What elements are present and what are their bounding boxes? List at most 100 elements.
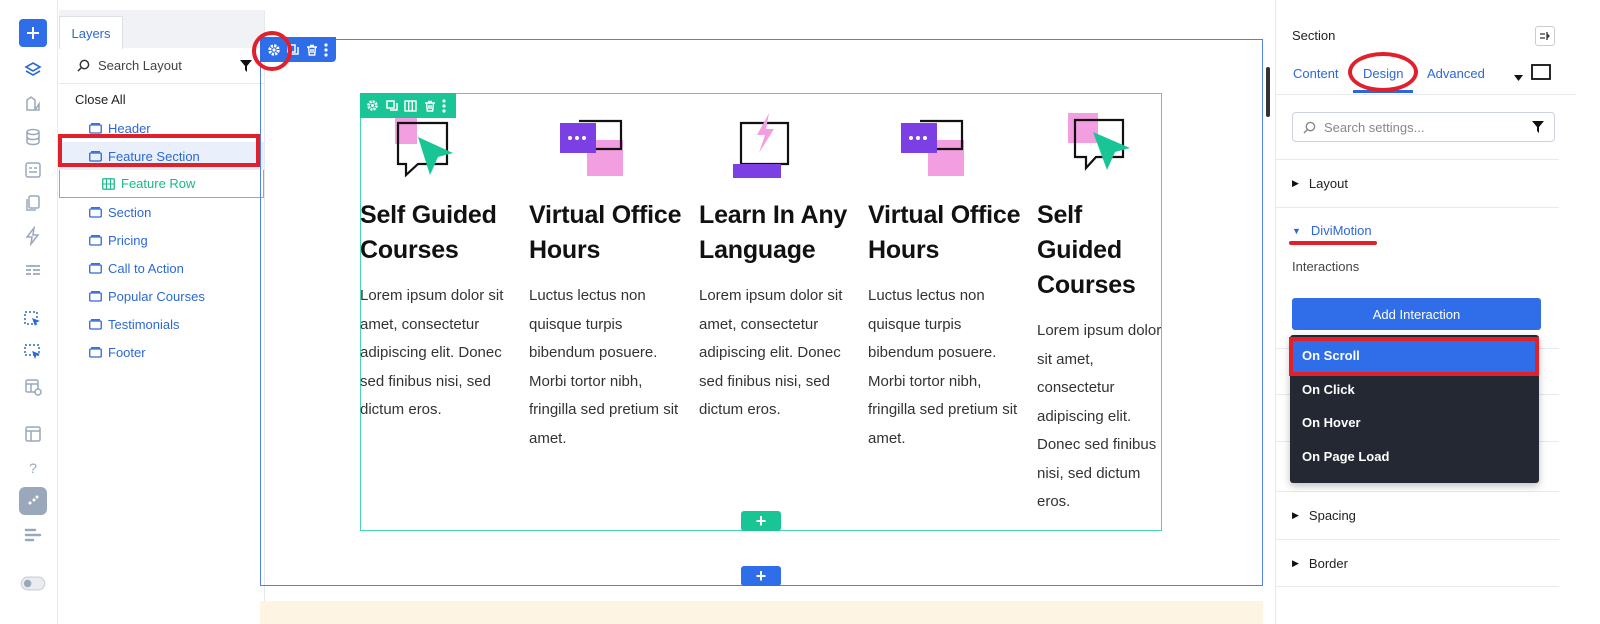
group-label: Layout xyxy=(1308,176,1348,191)
add-interaction-button[interactable]: Add Interaction xyxy=(1292,298,1541,330)
interactions-label: Interactions xyxy=(1292,259,1360,274)
tab-layers[interactable]: Layers xyxy=(59,16,123,49)
column-title: Self Guided Courses xyxy=(360,201,497,264)
responsive-preview-icon[interactable] xyxy=(1531,64,1551,85)
group-label: Spacing xyxy=(1308,508,1356,523)
column-body: Luctus lectus non quisque turpis bibendu… xyxy=(529,287,679,447)
form-icon[interactable] xyxy=(19,156,47,184)
group-spacing[interactable]: ▶ Spacing xyxy=(1276,491,1559,539)
layer-search-input[interactable]: Search Layout xyxy=(59,48,264,84)
dropdown-item-on-click[interactable]: On Click xyxy=(1290,373,1539,406)
column-body: Lorem ipsum dolor sit amet, consectetur … xyxy=(699,287,843,418)
filter-icon[interactable] xyxy=(240,60,252,75)
layer-item-label: Pricing xyxy=(108,232,148,248)
row-action-bar xyxy=(360,93,456,118)
caret-right-icon: ▶ xyxy=(1292,557,1299,568)
section-icon xyxy=(89,262,102,274)
close-all-button[interactable]: Close All xyxy=(59,84,264,114)
layers-panel: Layers Search Layout Close All Header Fe… xyxy=(59,10,265,624)
column-title: Virtual Office Hours xyxy=(868,201,1021,264)
bolt-icon[interactable] xyxy=(19,222,47,250)
theme-icon[interactable] xyxy=(19,487,47,515)
feature-column: Self Guided Courses Lorem ipsum dolor si… xyxy=(360,110,520,425)
column-body: Lorem ipsum dolor sit amet, consectetur … xyxy=(360,287,504,418)
column-body: Luctus lectus non quisque turpis bibendu… xyxy=(868,287,1018,447)
caret-right-icon: ▶ xyxy=(1292,510,1299,520)
settings-search-placeholder: Search settings... xyxy=(1324,119,1425,135)
next-section-preview xyxy=(260,601,1263,624)
help-icon[interactable]: ? xyxy=(19,454,47,482)
column-title: Virtual Office Hours xyxy=(529,201,682,264)
column-title: Self Guided Courses xyxy=(1037,201,1136,299)
group-border[interactable]: ▶ Border xyxy=(1276,539,1559,587)
canvas-scrollbar[interactable] xyxy=(1266,67,1270,117)
layer-item-feature-row[interactable]: Feature Row xyxy=(59,170,264,198)
pages-icon[interactable] xyxy=(19,189,47,217)
layer-item-footer[interactable]: Footer xyxy=(59,338,264,366)
settings-search-input[interactable]: Search settings... xyxy=(1292,112,1555,142)
highlight-design-tab xyxy=(1348,52,1418,92)
dropdown-item-on-hover[interactable]: On Hover xyxy=(1290,406,1539,439)
section-icon xyxy=(89,290,102,302)
layer-item-label: Popular Courses xyxy=(108,288,205,304)
layout-settings-icon[interactable] xyxy=(19,373,47,401)
chat-cursor-icon xyxy=(360,110,520,186)
database-icon[interactable] xyxy=(19,123,47,151)
trash-icon[interactable] xyxy=(421,96,438,116)
list-icon[interactable] xyxy=(19,256,47,284)
dropdown-item-on-page-load[interactable]: On Page Load xyxy=(1290,440,1539,473)
layers-icon[interactable] xyxy=(19,56,47,84)
highlight-feature-section xyxy=(58,134,260,167)
settings-title: Section xyxy=(1292,28,1336,43)
layer-item-call-to-action[interactable]: Call to Action xyxy=(59,254,264,282)
section-icon xyxy=(89,318,102,330)
chat-bubbles-icon xyxy=(868,110,1028,186)
window-icon[interactable] xyxy=(19,420,47,448)
group-layout[interactable]: ▶ Layout xyxy=(1276,159,1559,207)
feature-column: Virtual Office Hours Luctus lectus non q… xyxy=(529,110,689,453)
settings-panel: Section Content Design Advanced Search s… xyxy=(1275,0,1600,624)
toggle-icon[interactable] xyxy=(19,569,47,597)
chevron-down-icon[interactable] xyxy=(1514,68,1523,86)
left-toolbar: ? xyxy=(0,0,58,624)
add-row-button[interactable]: + xyxy=(741,566,781,586)
layer-item-label: Footer xyxy=(108,344,146,360)
search-icon xyxy=(77,59,90,72)
layer-item-testimonials[interactable]: Testimonials xyxy=(59,310,264,338)
layer-item-label: Feature Row xyxy=(121,176,196,191)
highlight-gear xyxy=(252,31,292,71)
chat-cursor-icon xyxy=(1037,110,1162,186)
add-icon[interactable] xyxy=(19,19,47,47)
highlight-divimotion-underline xyxy=(1289,241,1377,245)
tab-content[interactable]: Content xyxy=(1293,66,1339,81)
select-cursor-alt-icon[interactable] xyxy=(19,339,47,367)
group-divimotion[interactable]: ▼ DiviMotion xyxy=(1276,207,1559,253)
section-icon xyxy=(89,122,102,134)
collapse-icon[interactable] xyxy=(1535,26,1555,46)
column-title: Learn In Any Language xyxy=(699,201,848,264)
more-icon[interactable] xyxy=(440,96,448,116)
settings-tabs: Content Design Advanced xyxy=(1276,60,1576,95)
layer-item-label: Call to Action xyxy=(108,260,184,276)
more-icon[interactable] xyxy=(322,40,330,60)
add-module-button[interactable]: + xyxy=(741,511,781,531)
feature-column: Learn In Any Language Lorem ipsum dolor … xyxy=(699,110,859,425)
gear-icon[interactable] xyxy=(364,96,381,116)
columns-icon[interactable] xyxy=(402,96,419,116)
trash-icon[interactable] xyxy=(303,40,320,60)
caret-down-icon: ▼ xyxy=(1292,225,1301,236)
select-cursor-icon[interactable] xyxy=(19,306,47,334)
section-icon xyxy=(89,234,102,246)
layer-item-popular-courses[interactable]: Popular Courses xyxy=(59,282,264,310)
tab-advanced[interactable]: Advanced xyxy=(1427,66,1485,81)
filter-icon[interactable] xyxy=(1532,121,1544,136)
caret-right-icon: ▶ xyxy=(1292,178,1299,188)
layer-item-section[interactable]: Section xyxy=(59,198,264,226)
modules-icon[interactable] xyxy=(19,90,47,118)
align-icon[interactable] xyxy=(19,521,47,549)
section-icon xyxy=(89,206,102,218)
layer-item-pricing[interactable]: Pricing xyxy=(59,226,264,254)
duplicate-icon[interactable] xyxy=(383,96,400,116)
layer-item-label: Testimonials xyxy=(108,316,180,332)
feature-column: Self Guided Courses Lorem ipsum dolor si… xyxy=(1037,110,1162,517)
